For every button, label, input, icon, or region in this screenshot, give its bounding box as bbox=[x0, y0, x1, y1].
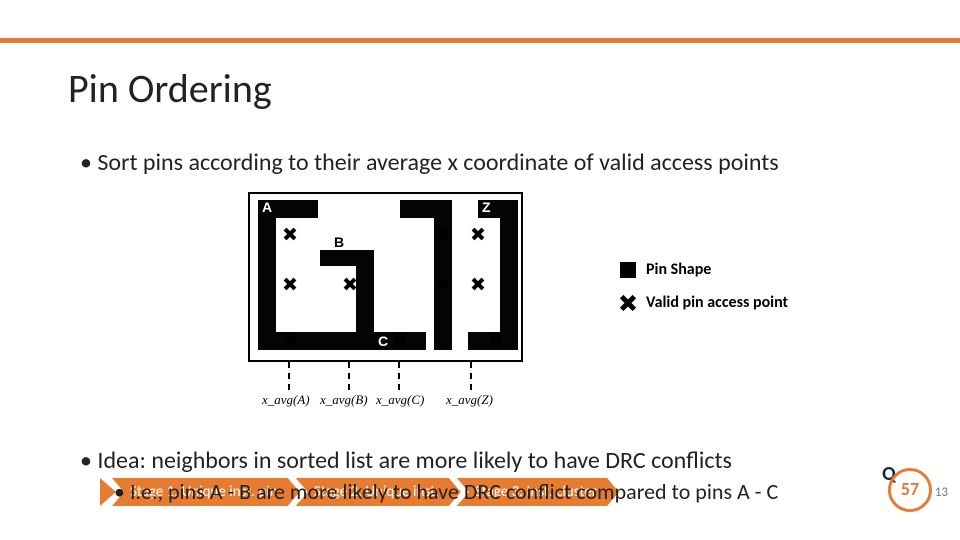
slide: Pin Ordering Sort pins according to thei… bbox=[0, 0, 960, 540]
access-point-icon bbox=[284, 278, 296, 290]
avg-label-b: x_avg(B) bbox=[320, 392, 368, 408]
figure-box: A B C Z bbox=[248, 192, 523, 362]
access-point-icon bbox=[472, 228, 484, 240]
avg-marker bbox=[348, 362, 350, 390]
avg-label-a: x_avg(A) bbox=[262, 392, 310, 408]
avg-marker bbox=[398, 362, 400, 390]
access-point-icon bbox=[490, 335, 502, 347]
pin-shape bbox=[258, 200, 276, 350]
legend-label: Valid pin access point bbox=[646, 293, 788, 312]
pin-shape bbox=[500, 200, 518, 350]
access-point-icon bbox=[620, 295, 636, 311]
legend-row-ap: Valid pin access point bbox=[620, 293, 788, 312]
pin-shape bbox=[400, 200, 452, 218]
pin-shape bbox=[320, 250, 374, 266]
legend-label: Pin Shape bbox=[646, 260, 711, 279]
access-point-icon bbox=[284, 335, 296, 347]
avg-marker bbox=[470, 362, 472, 390]
pin-shape-icon bbox=[620, 262, 636, 278]
bullet-ie-overlay: • I.e., pins A - B are more likely to ha… bbox=[114, 478, 778, 505]
page-number: 13 bbox=[935, 485, 948, 500]
legend: Pin Shape Valid pin access point bbox=[620, 260, 788, 326]
avg-label-c: x_avg(C) bbox=[376, 392, 424, 408]
access-point-icon bbox=[394, 335, 406, 347]
avg-marker bbox=[288, 362, 290, 390]
logo-number: 57 bbox=[888, 478, 932, 500]
access-point-icon bbox=[284, 228, 296, 240]
access-point-icon bbox=[438, 228, 450, 240]
bullet-sort: Sort pins according to their average x c… bbox=[80, 148, 900, 178]
body: Sort pins according to their average x c… bbox=[80, 148, 900, 178]
page-title: Pin Ordering bbox=[68, 64, 272, 113]
figure: A B C Z x_avg(A) x_avg(B) x_avg(C) x_avg… bbox=[248, 192, 523, 362]
access-point-icon bbox=[344, 278, 356, 290]
access-point-icon bbox=[472, 278, 484, 290]
pin-shape bbox=[356, 332, 426, 350]
access-point-icon bbox=[438, 278, 450, 290]
pin-label-a: A bbox=[262, 199, 272, 215]
avg-label-z: x_avg(Z) bbox=[446, 392, 493, 408]
bullet-idea: Idea: neighbors in sorted list are more … bbox=[80, 446, 920, 476]
pin-label-c: C bbox=[378, 333, 388, 349]
pin-label-z: Z bbox=[482, 199, 491, 215]
logo: Q 57 bbox=[888, 468, 932, 512]
legend-row-shape: Pin Shape bbox=[620, 260, 788, 279]
accent-bar bbox=[0, 38, 960, 43]
pin-shape bbox=[434, 200, 452, 350]
bullet-ie: I.e., pins A - B are more likely to have… bbox=[130, 478, 778, 505]
lower-bullets: Idea: neighbors in sorted list are more … bbox=[80, 446, 920, 480]
pin-label-b: B bbox=[334, 234, 344, 250]
